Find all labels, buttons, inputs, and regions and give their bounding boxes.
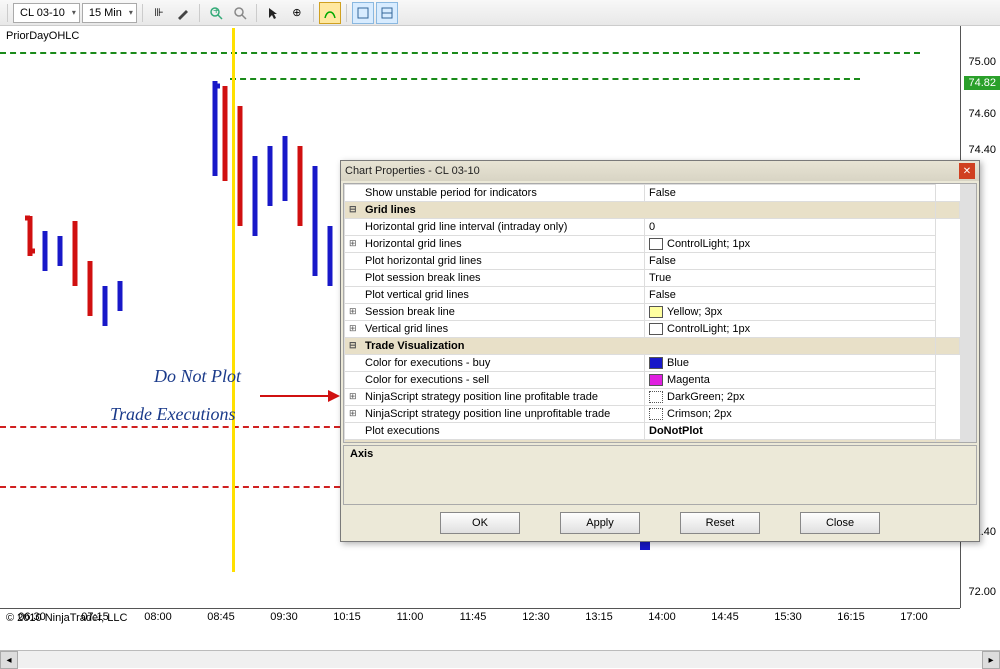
property-row[interactable]: Color for executions - buyBlue (345, 355, 960, 372)
instrument-select[interactable]: CL 03-10 (13, 3, 80, 23)
red-line-lower (0, 486, 340, 488)
property-row[interactable]: Session break lineYellow; 3px (345, 304, 960, 321)
prior-close-line (230, 78, 860, 80)
property-row[interactable]: Horizontal grid linesControlLight; 1px (345, 236, 960, 253)
copyright-label: © 2010 NinjaTrader, LLC (6, 612, 127, 624)
zoom-out-button[interactable] (229, 2, 251, 24)
close-button[interactable]: Close (800, 512, 880, 534)
main-toolbar: CL 03-10 15 Min ⊪ + ⊕ (0, 0, 1000, 26)
property-category[interactable]: Window (345, 440, 960, 444)
dialog-title: Chart Properties - CL 03-10 (345, 165, 959, 177)
draw-tool-button[interactable] (172, 2, 194, 24)
apply-button[interactable]: Apply (560, 512, 640, 534)
reset-button[interactable]: Reset (680, 512, 760, 534)
property-row[interactable]: Plot vertical grid linesFalse (345, 287, 960, 304)
scroll-right-button[interactable]: ▸ (982, 651, 1000, 669)
x-axis[interactable]: 06:30 07:15 08:00 08:45 09:30 10:15 11:0… (0, 608, 960, 626)
property-grid[interactable]: Show unstable period for indicatorsFalse… (343, 183, 977, 443)
property-row[interactable]: Plot executionsDoNotPlot (345, 423, 960, 440)
svg-text:+: + (213, 6, 219, 17)
panel-button-1[interactable] (352, 2, 374, 24)
session-break-line (232, 28, 235, 572)
timeframe-select[interactable]: 15 Min (82, 3, 137, 23)
property-category[interactable]: Trade Visualization (345, 338, 960, 355)
autoscale-button[interactable] (319, 2, 341, 24)
cursor-button[interactable] (262, 2, 284, 24)
description-pane: Axis (343, 445, 977, 505)
property-row[interactable]: Show unstable period for indicatorsFalse (345, 185, 960, 202)
annotation-line1: Do Not Plot (154, 366, 241, 387)
property-row[interactable]: Vertical grid linesControlLight; 1px (345, 321, 960, 338)
red-line-upper (0, 426, 340, 428)
scroll-left-button[interactable]: ◂ (0, 651, 18, 669)
chart-properties-dialog: Chart Properties - CL 03-10 ✕ Show unsta… (340, 160, 980, 542)
last-price-tag: 74.82 (964, 76, 1000, 90)
property-row[interactable]: Plot session break linesTrue (345, 270, 960, 287)
scroll-track[interactable] (18, 651, 982, 668)
property-category[interactable]: Grid lines (345, 202, 960, 219)
close-icon[interactable]: ✕ (959, 163, 975, 179)
ok-button[interactable]: OK (440, 512, 520, 534)
property-row[interactable]: NinjaScript strategy position line unpro… (345, 406, 960, 423)
property-row[interactable]: Horizontal grid line interval (intraday … (345, 219, 960, 236)
panel-button-2[interactable] (376, 2, 398, 24)
bar-style-button[interactable]: ⊪ (148, 2, 170, 24)
arrow-icon (260, 386, 340, 406)
prior-high-line (0, 52, 920, 54)
property-row[interactable]: Color for executions - sellMagenta (345, 372, 960, 389)
dialog-button-row: OK Apply Reset Close (343, 507, 977, 539)
horizontal-scrollbar[interactable]: ◂ ▸ (0, 650, 1000, 668)
propgrid-scrollbar[interactable] (960, 184, 976, 442)
crosshair-button[interactable]: ⊕ (286, 2, 308, 24)
annotation-line2: Trade Executions (110, 404, 235, 425)
property-row[interactable]: NinjaScript strategy position line profi… (345, 389, 960, 406)
dialog-titlebar[interactable]: Chart Properties - CL 03-10 ✕ (341, 161, 979, 181)
zoom-in-button[interactable]: + (205, 2, 227, 24)
property-row[interactable]: Plot horizontal grid linesFalse (345, 253, 960, 270)
